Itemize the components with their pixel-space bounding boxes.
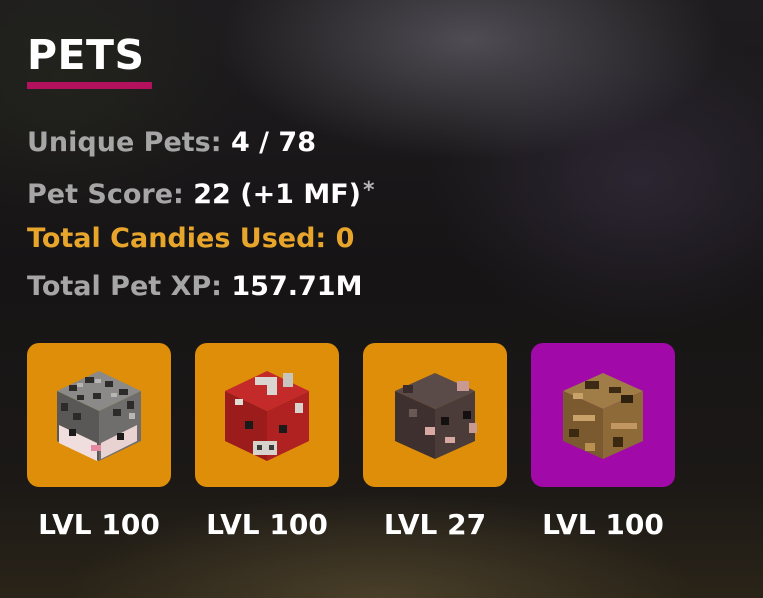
pet-card-wood-crate[interactable]: LVL 100 <box>531 343 675 541</box>
pet-xp-label: Total Pet XP: <box>27 271 222 302</box>
pet-score-label: Pet Score: <box>27 179 184 210</box>
pet-score-value: 22 (+1 MF) <box>193 179 362 210</box>
pet-card-mooshroom-cow[interactable]: LVL 100 <box>195 343 339 541</box>
pet-card-rat[interactable]: LVL 27 <box>363 343 507 541</box>
pet-tile[interactable] <box>363 343 507 487</box>
pet-tile[interactable] <box>195 343 339 487</box>
unique-pets-value: 4 / 78 <box>230 127 316 158</box>
candies-label: Total Candies Used: <box>27 223 327 254</box>
pet-xp-stat: Total Pet XP: 157.71M <box>27 268 375 316</box>
pet-stats: Unique Pets: 4 / 78 Pet Score: 22 (+1 MF… <box>27 124 375 316</box>
mooshroom-cow-icon <box>225 371 309 461</box>
rat-icon <box>395 373 477 459</box>
hedgehog-icon <box>57 371 141 461</box>
title-underline <box>27 82 152 89</box>
pet-level: LVL 27 <box>383 508 487 541</box>
pet-tile[interactable] <box>27 343 171 487</box>
candies-stat: Total Candies Used: 0 <box>27 220 375 268</box>
pet-level: LVL 100 <box>542 508 664 541</box>
pet-level: LVL 100 <box>38 508 160 541</box>
unique-pets-stat: Unique Pets: 4 / 78 <box>27 124 375 172</box>
pet-score-stat: Pet Score: 22 (+1 MF)* <box>27 172 375 220</box>
wood-crate-icon <box>563 373 643 459</box>
candies-value: 0 <box>335 223 355 254</box>
pet-card-hedgehog[interactable]: LVL 100 <box>27 343 171 541</box>
pet-xp-value: 157.71M <box>231 271 363 302</box>
pet-score-footnote-marker[interactable]: * <box>363 178 375 203</box>
pet-level: LVL 100 <box>206 508 328 541</box>
unique-pets-label: Unique Pets: <box>27 127 222 158</box>
pet-tile[interactable] <box>531 343 675 487</box>
pets-title: PETS <box>27 31 145 79</box>
